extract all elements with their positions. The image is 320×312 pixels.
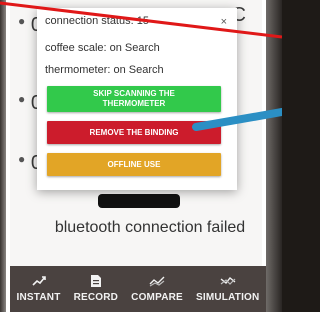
remove-binding-label: REMOVE THE BINDING [89, 127, 179, 137]
nav-item-compare[interactable]: COMPARE [131, 274, 183, 303]
dialog-header: connection status: 15 × [37, 8, 237, 34]
coffee-scale-status: coffee scale: on Search [45, 42, 160, 54]
document-icon [90, 274, 102, 288]
nav-label: RECORD [73, 292, 119, 303]
nav-label: COMPARE [131, 292, 183, 303]
black-pill [98, 194, 180, 208]
nav-item-simulation[interactable]: SIMULATION [196, 274, 259, 303]
remove-binding-button[interactable]: REMOVE THE BINDING [47, 121, 221, 144]
nav-item-instant[interactable]: INSTANT [17, 274, 61, 303]
simulation-icon [220, 274, 236, 288]
skip-scanning-label: SKIP SCANNING THE THERMOMETER [93, 89, 175, 108]
dialog-title: connection status: 15 [45, 15, 149, 27]
compare-icon [149, 274, 165, 288]
thermometer-status: thermometer: on Search [45, 64, 164, 76]
skip-scanning-button[interactable]: SKIP SCANNING THE THERMOMETER [47, 86, 221, 112]
phone-bezel-right [266, 0, 282, 312]
connection-dialog: connection status: 15 × coffee scale: on… [37, 8, 237, 190]
bottom-nav: INSTANT RECORD COMPARE SIMULATION [10, 266, 266, 312]
nav-label: INSTANT [16, 292, 61, 303]
nav-item-record[interactable]: RECORD [74, 274, 119, 303]
offline-use-button[interactable]: OFFLINE USE [47, 153, 221, 176]
offline-use-label: OFFLINE USE [107, 159, 161, 169]
bluetooth-status-text: bluetooth connection failed [54, 219, 246, 236]
trend-icon [31, 274, 46, 288]
bean-icon: ● [18, 14, 26, 28]
bean-icon: ● [18, 92, 26, 106]
bean-icon: ● [18, 152, 26, 166]
phone-bezel-left [0, 0, 6, 312]
nav-label: SIMULATION [195, 292, 260, 303]
phone-screen: ● 0 C ● 0 ● 0 bluetooth connection faile… [4, 0, 278, 312]
close-icon[interactable]: × [221, 16, 227, 28]
